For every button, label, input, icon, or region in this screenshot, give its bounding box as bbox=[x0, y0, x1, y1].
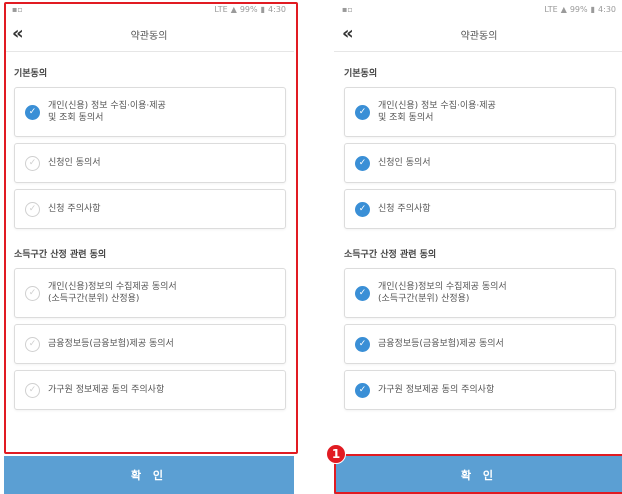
consent-item-income-info[interactable]: ✓ 개인(신용)정보의 수집제공 동의서 (소득구간(분위) 산정용) bbox=[14, 268, 286, 318]
step-badge: 1 bbox=[326, 444, 346, 464]
battery-text: 99% bbox=[239, 4, 258, 14]
consent-item-caution[interactable]: ✓ 신청 주의사항 bbox=[14, 189, 286, 229]
section-basic-consent: 기본동의 bbox=[344, 69, 378, 79]
check-icon: ✓ bbox=[25, 201, 40, 217]
consent-label: 개인(신용) 정보 수집·이용·제공 및 조회 동의서 bbox=[378, 101, 496, 123]
consent-item-household[interactable]: ✓ 가구원 정보제공 동의 주의사항 bbox=[14, 370, 286, 410]
phone-screen-before: ▪▫ LTE ▲ 99% ▮ 4:30 « 약관동의 기본동의 ✓ 개인(신용)… bbox=[4, 0, 294, 494]
time-text: 4:30 bbox=[598, 4, 616, 14]
check-icon: ✓ bbox=[355, 201, 370, 217]
back-button[interactable]: « bbox=[342, 25, 364, 45]
battery-icon: ▮ bbox=[590, 4, 596, 14]
signal-text: LTE bbox=[214, 4, 228, 14]
check-icon: ✓ bbox=[355, 155, 370, 171]
check-icon: ✓ bbox=[25, 382, 40, 398]
status-right: LTE ▲ 99% ▮ 4:30 bbox=[544, 5, 616, 14]
battery-icon: ▮ bbox=[260, 4, 266, 14]
notification-icon: ▪▫ bbox=[342, 4, 353, 14]
battery-text: 99% bbox=[569, 4, 588, 14]
consent-label: 개인(신용)정보의 수집제공 동의서 (소득구간(분위) 산정용) bbox=[48, 282, 177, 304]
check-icon: ✓ bbox=[355, 104, 370, 120]
signal-icon: ▲ bbox=[560, 4, 567, 14]
confirm-button[interactable]: 확 인 bbox=[4, 456, 294, 494]
consent-label: 신청 주의사항 bbox=[48, 204, 101, 214]
phone-screen-after: ▪▫ LTE ▲ 99% ▮ 4:30 « 약관동의 기본동의 ✓ 개인(신용)… bbox=[334, 0, 622, 494]
consent-label: 개인(신용)정보의 수집제공 동의서 (소득구간(분위) 산정용) bbox=[378, 282, 507, 304]
consent-item-personal-info[interactable]: ✓ 개인(신용) 정보 수집·이용·제공 및 조회 동의서 bbox=[14, 87, 286, 137]
check-icon: ✓ bbox=[355, 336, 370, 352]
check-icon: ✓ bbox=[355, 382, 370, 398]
header: « 약관동의 bbox=[334, 18, 622, 52]
consent-label: 신청인 동의서 bbox=[378, 158, 431, 168]
consent-item-personal-info[interactable]: ✓ 개인(신용) 정보 수집·이용·제공 및 조회 동의서 bbox=[344, 87, 616, 137]
section-basic-consent: 기본동의 bbox=[14, 69, 48, 79]
status-bar: ▪▫ LTE ▲ 99% ▮ 4:30 bbox=[334, 0, 622, 18]
consent-item-caution[interactable]: ✓ 신청 주의사항 bbox=[344, 189, 616, 229]
confirm-button[interactable]: 확 인 bbox=[334, 456, 622, 494]
time-text: 4:30 bbox=[268, 4, 286, 14]
check-icon: ✓ bbox=[25, 285, 40, 301]
consent-label: 금융정보등(금융보험)제공 동의서 bbox=[48, 339, 174, 349]
consent-label: 신청인 동의서 bbox=[48, 158, 101, 168]
consent-item-household[interactable]: ✓ 가구원 정보제공 동의 주의사항 bbox=[344, 370, 616, 410]
status-right: LTE ▲ 99% ▮ 4:30 bbox=[214, 5, 286, 14]
section-income-consent: 소득구간 산정 관련 동의 bbox=[344, 250, 437, 260]
header: « 약관동의 bbox=[4, 18, 294, 52]
consent-label: 금융정보등(금융보험)제공 동의서 bbox=[378, 339, 504, 349]
check-icon: ✓ bbox=[25, 336, 40, 352]
consent-label: 개인(신용) 정보 수집·이용·제공 및 조회 동의서 bbox=[48, 101, 166, 123]
consent-item-applicant[interactable]: ✓ 신청인 동의서 bbox=[14, 143, 286, 183]
consent-item-financial-info[interactable]: ✓ 금융정보등(금융보험)제공 동의서 bbox=[344, 324, 616, 364]
page-title: 약관동의 bbox=[130, 31, 168, 42]
notification-icon: ▪▫ bbox=[12, 4, 23, 14]
check-icon: ✓ bbox=[25, 104, 40, 120]
consent-label: 가구원 정보제공 동의 주의사항 bbox=[48, 385, 165, 395]
consent-item-applicant[interactable]: ✓ 신청인 동의서 bbox=[344, 143, 616, 183]
status-bar: ▪▫ LTE ▲ 99% ▮ 4:30 bbox=[4, 0, 294, 18]
page-title: 약관동의 bbox=[460, 31, 498, 42]
status-left: ▪▫ bbox=[342, 5, 353, 14]
section-income-consent: 소득구간 산정 관련 동의 bbox=[14, 250, 107, 260]
check-icon: ✓ bbox=[25, 155, 40, 171]
consent-label: 신청 주의사항 bbox=[378, 204, 431, 214]
back-button[interactable]: « bbox=[12, 25, 34, 45]
consent-item-income-info[interactable]: ✓ 개인(신용)정보의 수집제공 동의서 (소득구간(분위) 산정용) bbox=[344, 268, 616, 318]
status-left: ▪▫ bbox=[12, 5, 23, 14]
consent-label: 가구원 정보제공 동의 주의사항 bbox=[378, 385, 495, 395]
signal-text: LTE bbox=[544, 4, 558, 14]
signal-icon: ▲ bbox=[230, 4, 237, 14]
consent-item-financial-info[interactable]: ✓ 금융정보등(금융보험)제공 동의서 bbox=[14, 324, 286, 364]
check-icon: ✓ bbox=[355, 285, 370, 301]
